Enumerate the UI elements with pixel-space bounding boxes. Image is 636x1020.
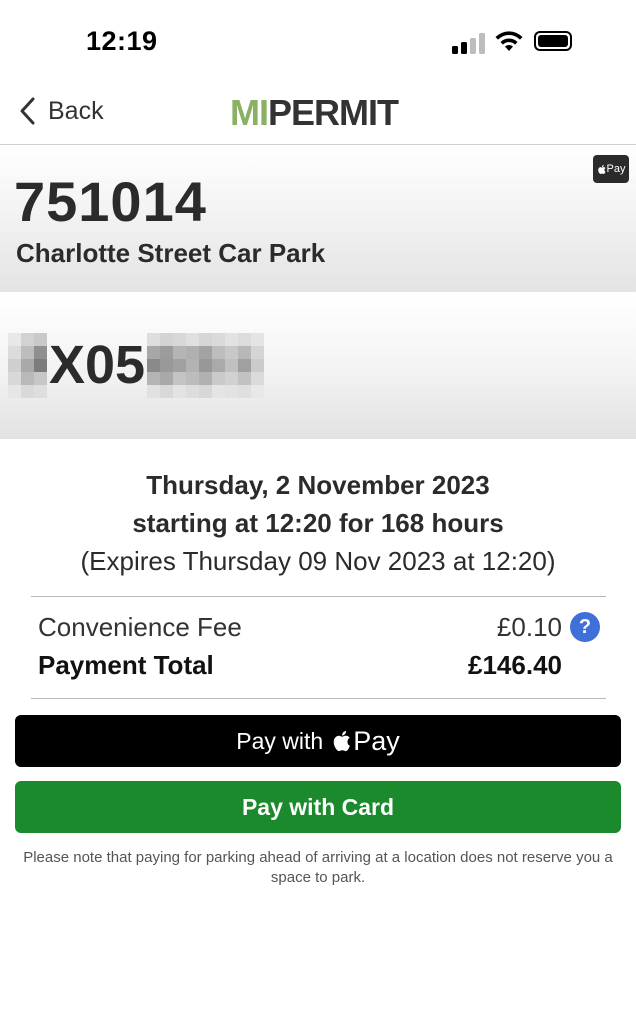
back-label: Back — [48, 96, 104, 125]
booking-expiry: (Expires Thursday 09 Nov 2023 at 12:20) — [80, 546, 556, 576]
apple-logo-icon — [333, 731, 351, 752]
apple-pay-badge: Pay — [593, 155, 629, 183]
pixelated-block-right — [147, 332, 265, 398]
convenience-fee-row: Convenience Fee £0.10 ? — [38, 612, 600, 648]
payment-total-row: Payment Total £146.40 — [38, 650, 600, 686]
location-panel: 751014 Charlotte Street Car Park Pay — [0, 145, 636, 292]
booking-start: starting at 12:20 for 168 hours — [132, 508, 504, 538]
logo-permit: PERMIT — [268, 92, 399, 133]
status-bar: 12:19 — [0, 0, 636, 78]
divider-bottom — [31, 698, 606, 699]
vehicle-registration: X05 — [8, 332, 265, 398]
payment-total-label: Payment Total — [38, 650, 214, 680]
pay-with-card-button[interactable]: Pay with Card — [15, 781, 621, 833]
pay-with-card-label: Pay with Card — [241, 793, 395, 820]
divider-top — [31, 596, 606, 597]
registration-visible-text: X05 — [49, 335, 146, 395]
pay-with-apple-pay-button[interactable]: Pay with Pay — [15, 715, 621, 767]
mipermit-logo: MIPERMIT — [230, 92, 399, 134]
vehicle-panel: X05 — [0, 292, 636, 439]
navigation-bar: Back MIPERMIT — [0, 78, 636, 145]
parking-notice: Please note that paying for parking ahea… — [23, 849, 613, 886]
back-button[interactable]: Back — [18, 94, 104, 128]
booking-date: Thursday, 2 November 2023 — [146, 470, 490, 500]
location-code: 751014 — [14, 170, 207, 233]
location-name: Charlotte Street Car Park — [16, 238, 326, 268]
pixelated-block-left — [8, 332, 47, 398]
booking-summary: Thursday, 2 November 2023 starting at 12… — [0, 466, 636, 580]
payment-total-value: £146.40 — [468, 650, 562, 680]
apple-pay-brand: Pay — [353, 725, 400, 756]
logo-mi: MI — [230, 92, 269, 133]
cellular-signal-icon — [452, 32, 486, 54]
status-time: 12:19 — [86, 26, 158, 56]
apple-pay-prefix: Pay with — [236, 727, 324, 754]
chevron-left-icon — [20, 97, 35, 125]
battery-icon — [534, 31, 572, 51]
apple-pay-badge-label: Pay — [606, 163, 626, 175]
apple-logo-icon — [597, 164, 606, 174]
question-mark-icon[interactable]: ? — [570, 612, 600, 642]
convenience-fee-value: £0.10 — [496, 612, 562, 642]
wifi-icon — [495, 31, 523, 51]
convenience-fee-label: Convenience Fee — [38, 612, 242, 642]
